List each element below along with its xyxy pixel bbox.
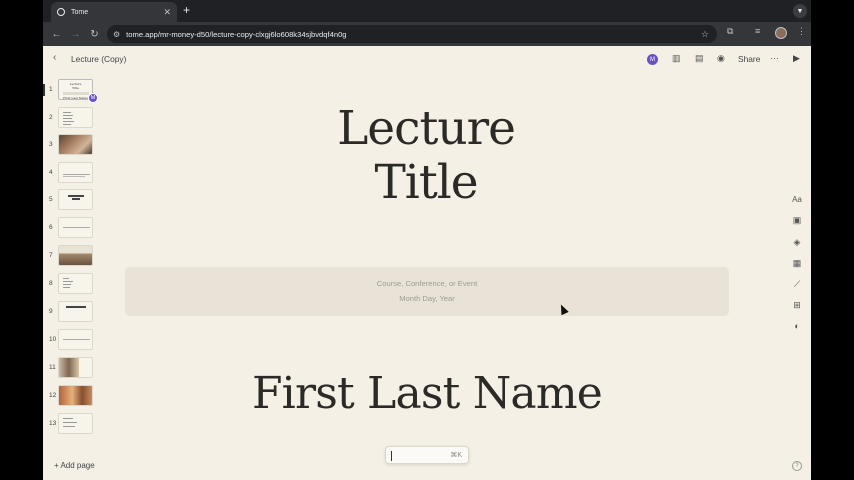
date-placeholder: Month Day, Year bbox=[399, 294, 455, 303]
new-tab-button[interactable]: + bbox=[183, 3, 190, 17]
thumbnail-preview[interactable] bbox=[58, 329, 93, 350]
collaborator-avatar: M bbox=[88, 93, 98, 103]
forward-arrow-icon[interactable]: → bbox=[66, 29, 85, 40]
page-thumbnail[interactable]: 1 Lecture Title First Last Name M bbox=[43, 79, 101, 103]
browser-nav-bar: ← → ↻ ⚙ tome.app/mr-money-d50/lecture-co… bbox=[43, 22, 811, 46]
shapes-tool-icon[interactable]: ◈ bbox=[790, 237, 804, 248]
page-number: 1 bbox=[49, 86, 53, 93]
page-thumbnail[interactable]: 11 bbox=[43, 357, 101, 379]
page-number: 7 bbox=[49, 252, 53, 259]
author-name[interactable]: First Last Name bbox=[183, 368, 671, 419]
comment-icon[interactable]: ▤ bbox=[695, 53, 704, 64]
back-chevron-icon[interactable]: ‹ bbox=[53, 52, 56, 63]
page-number: 2 bbox=[49, 114, 53, 121]
page-thumbnail[interactable]: 12 bbox=[43, 385, 101, 407]
tab-search-chevron-icon[interactable]: ▼ bbox=[793, 4, 807, 18]
page-number: 10 bbox=[49, 336, 57, 343]
grid-tool-icon[interactable]: ⊞ bbox=[790, 300, 804, 311]
address-bar[interactable]: ⚙ tome.app/mr-money-d50/lecture-copy-clx… bbox=[107, 25, 717, 43]
back-arrow-icon[interactable]: ← bbox=[47, 29, 66, 40]
add-page-label: Add page bbox=[60, 461, 95, 470]
tome-favicon-icon bbox=[57, 8, 65, 16]
chart-tool-icon[interactable]: ⟋ bbox=[790, 279, 804, 290]
document-title[interactable]: Lecture (Copy) bbox=[71, 54, 126, 64]
page-number: 9 bbox=[49, 308, 53, 315]
thumb-title-mini: Title bbox=[72, 86, 79, 90]
slide-title-line: Title bbox=[374, 155, 478, 210]
browser-menu-icon[interactable]: ⋮ bbox=[797, 26, 806, 37]
thumbnail-image-preview[interactable] bbox=[58, 245, 93, 266]
text-tool-icon[interactable]: Aa bbox=[790, 195, 804, 204]
thumbnail-preview[interactable] bbox=[58, 301, 93, 322]
table-tool-icon[interactable]: ▦ bbox=[790, 258, 804, 269]
page-thumbnail[interactable]: 6 bbox=[43, 217, 101, 239]
theme-palette-icon[interactable]: ◐ bbox=[790, 321, 804, 331]
app-header: ‹ Lecture (Copy) M ▥ ▤ ◉ Share ··· ▶ bbox=[43, 46, 811, 72]
page-thumbnail[interactable]: 4 bbox=[43, 162, 101, 184]
page-number: 3 bbox=[49, 141, 53, 148]
command-input[interactable]: ⌘K bbox=[385, 446, 469, 464]
shortcut-hint: ⌘K bbox=[450, 452, 462, 459]
media-controls-icon[interactable]: ≡ bbox=[755, 26, 760, 36]
page-number: 6 bbox=[49, 224, 53, 231]
tab-close-icon[interactable]: ✕ bbox=[163, 7, 171, 18]
thumbnail-image-preview[interactable] bbox=[58, 385, 93, 406]
page-thumbnail[interactable]: 13 bbox=[43, 413, 101, 435]
event-placeholder: Course, Conference, or Event bbox=[376, 279, 478, 288]
page-number: 5 bbox=[49, 196, 53, 203]
slide-title-line: Lecture bbox=[337, 101, 516, 156]
browser-tab[interactable]: Tome ✕ bbox=[51, 2, 177, 22]
thumbnail-preview[interactable] bbox=[58, 217, 93, 238]
thumbnail-image-preview[interactable] bbox=[58, 357, 93, 378]
extensions-icon[interactable]: ⧉ bbox=[727, 26, 733, 37]
thumbnail-preview[interactable] bbox=[58, 413, 93, 434]
thumbnail-image-preview[interactable] bbox=[58, 134, 93, 155]
analytics-icon[interactable]: ▥ bbox=[672, 53, 681, 64]
page-thumbnail[interactable]: 10 bbox=[43, 329, 101, 351]
page-number: 12 bbox=[49, 392, 57, 399]
thumbnail-preview[interactable] bbox=[58, 273, 93, 294]
page-thumbnail[interactable]: 5 bbox=[43, 189, 101, 211]
present-play-icon[interactable]: ▶ bbox=[793, 53, 800, 64]
browser-tab-bar: Tome ✕ + ▼ bbox=[43, 0, 811, 22]
subtitle-text-block[interactable]: Course, Conference, or Event Month Day, … bbox=[125, 267, 729, 316]
thumbnail-preview[interactable] bbox=[58, 189, 93, 210]
share-button[interactable]: Share bbox=[738, 54, 760, 64]
profile-avatar[interactable] bbox=[775, 27, 787, 39]
slide-title[interactable]: Lecture Title bbox=[286, 102, 566, 210]
reload-icon[interactable]: ↻ bbox=[85, 29, 104, 40]
tab-title: Tome bbox=[71, 8, 89, 16]
record-icon[interactable]: ◉ bbox=[717, 53, 725, 64]
thumbnail-preview[interactable] bbox=[58, 107, 93, 128]
help-icon[interactable]: ? bbox=[792, 461, 802, 471]
page-thumbnail-sidebar: 1 Lecture Title First Last Name M 2 3 4 … bbox=[43, 76, 101, 446]
page-thumbnail[interactable]: 2 bbox=[43, 107, 101, 129]
page-thumbnail[interactable]: 9 bbox=[43, 301, 101, 323]
add-page-button[interactable]: + Add page bbox=[54, 461, 95, 470]
page-thumbnail[interactable]: 7 bbox=[43, 245, 101, 267]
url-text: tome.app/mr-money-d50/lecture-copy-clxgj… bbox=[126, 29, 347, 39]
app-window: Tome ✕ + ▼ ← → ↻ ⚙ tome.app/mr-money-d50… bbox=[43, 0, 811, 480]
more-options-icon[interactable]: ··· bbox=[770, 53, 779, 63]
bookmark-star-icon[interactable]: ☆ bbox=[701, 29, 709, 40]
text-caret bbox=[391, 451, 392, 461]
site-settings-icon[interactable]: ⚙ bbox=[113, 30, 120, 39]
page-number: 4 bbox=[49, 169, 53, 176]
page-thumbnail[interactable]: 8 bbox=[43, 273, 101, 295]
image-tool-icon[interactable]: ▣ bbox=[790, 215, 804, 226]
page-number: 11 bbox=[49, 364, 56, 371]
user-avatar[interactable]: M bbox=[647, 54, 658, 65]
thumbnail-preview[interactable] bbox=[58, 162, 93, 183]
page-thumbnail[interactable]: 3 bbox=[43, 134, 101, 156]
page-number: 13 bbox=[49, 420, 57, 427]
page-number: 8 bbox=[49, 280, 53, 287]
